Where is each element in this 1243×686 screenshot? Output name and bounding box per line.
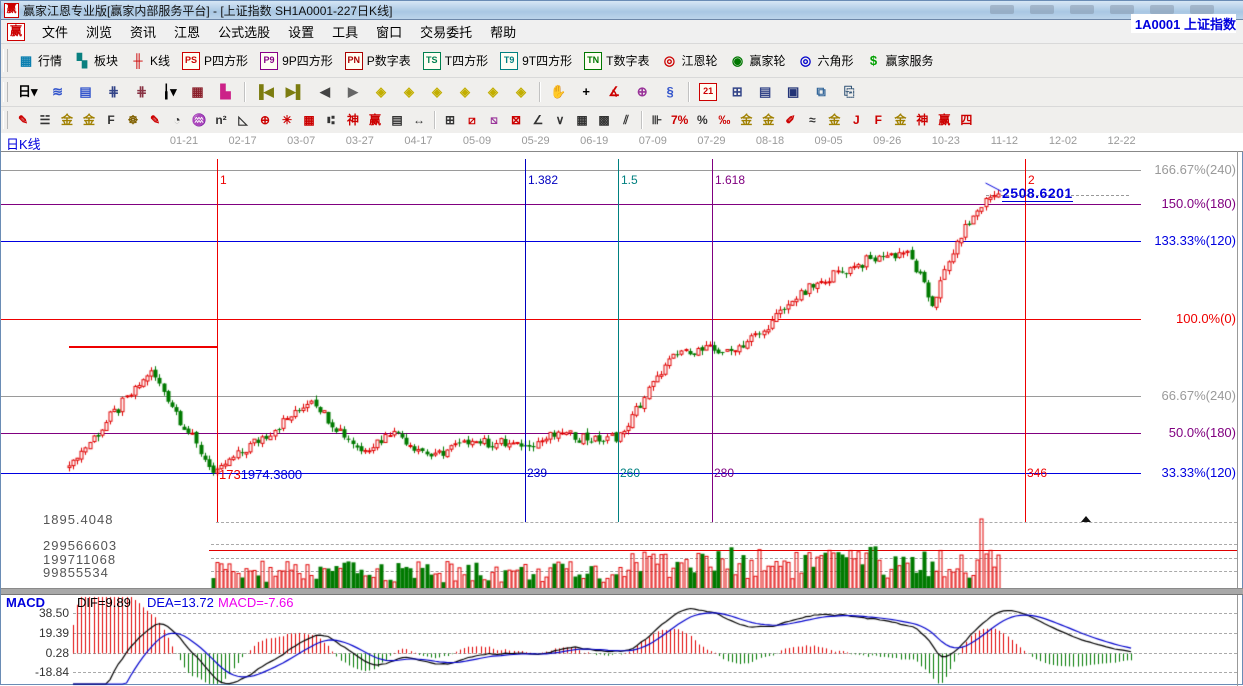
macd-dif-value: DIF=9.89 (77, 595, 131, 610)
gann-vline-top-label: 1 (220, 173, 227, 187)
gann-vline-top-label: 1.618 (715, 173, 745, 187)
gann-vline-1.382: 1.382239 (525, 159, 526, 522)
gann-vline-bottom-label: 260 (620, 466, 640, 480)
macd-axis-label-3: -18.84 (29, 665, 69, 679)
volume-axis-label-0: 299566603 (43, 538, 117, 553)
macd-axis-label-2: 0.28 (29, 646, 69, 660)
ticker-label: 1A0001 上证指数 (1131, 14, 1236, 33)
macd-hist-value: MACD=-7.66 (218, 595, 294, 610)
macd-axis-label-0: 38.50 (29, 606, 69, 620)
macd-dea-value: DEA=13.72 (147, 595, 214, 610)
app-window: { "window": { "title": "赢家江恩专业版[赢家内部服务平台… (0, 0, 1243, 685)
gann-vline-bottom-label: 280 (714, 466, 734, 480)
price-axis-low-label: 1895.4048 (43, 512, 113, 527)
pane-splitter[interactable] (1, 588, 1243, 595)
gann-vline-1.5: 1.5260 (618, 159, 619, 522)
low-price-label: 1731974.3800 (219, 467, 302, 482)
gann-vline-1: 1 (217, 159, 218, 522)
low-bar-index: 173 (219, 467, 241, 482)
gann-vline-2: 2346 (1025, 159, 1026, 522)
macd-header: MACD DIF=9.89 DEA=13.72 MACD=-7.66 (1, 595, 1243, 611)
gann-vline-top-label: 1.382 (528, 173, 558, 187)
low-price-value: 1974.3800 (241, 467, 302, 482)
volume-axis-label-2: 99855534 (43, 565, 109, 580)
gann-vline-bottom-label: 346 (1027, 466, 1047, 480)
gann-vline-bottom-label: 239 (527, 466, 547, 480)
marker-triangle-icon (1081, 516, 1091, 522)
macd-axis-label-1: 19.39 (29, 626, 69, 640)
current-price-label: 2508.6201 (1002, 185, 1073, 202)
kline-chart-canvas[interactable] (1, 1, 1243, 686)
gann-vline-1.618: 1.618280 (712, 159, 713, 522)
gann-vline-top-label: 1.5 (621, 173, 638, 187)
